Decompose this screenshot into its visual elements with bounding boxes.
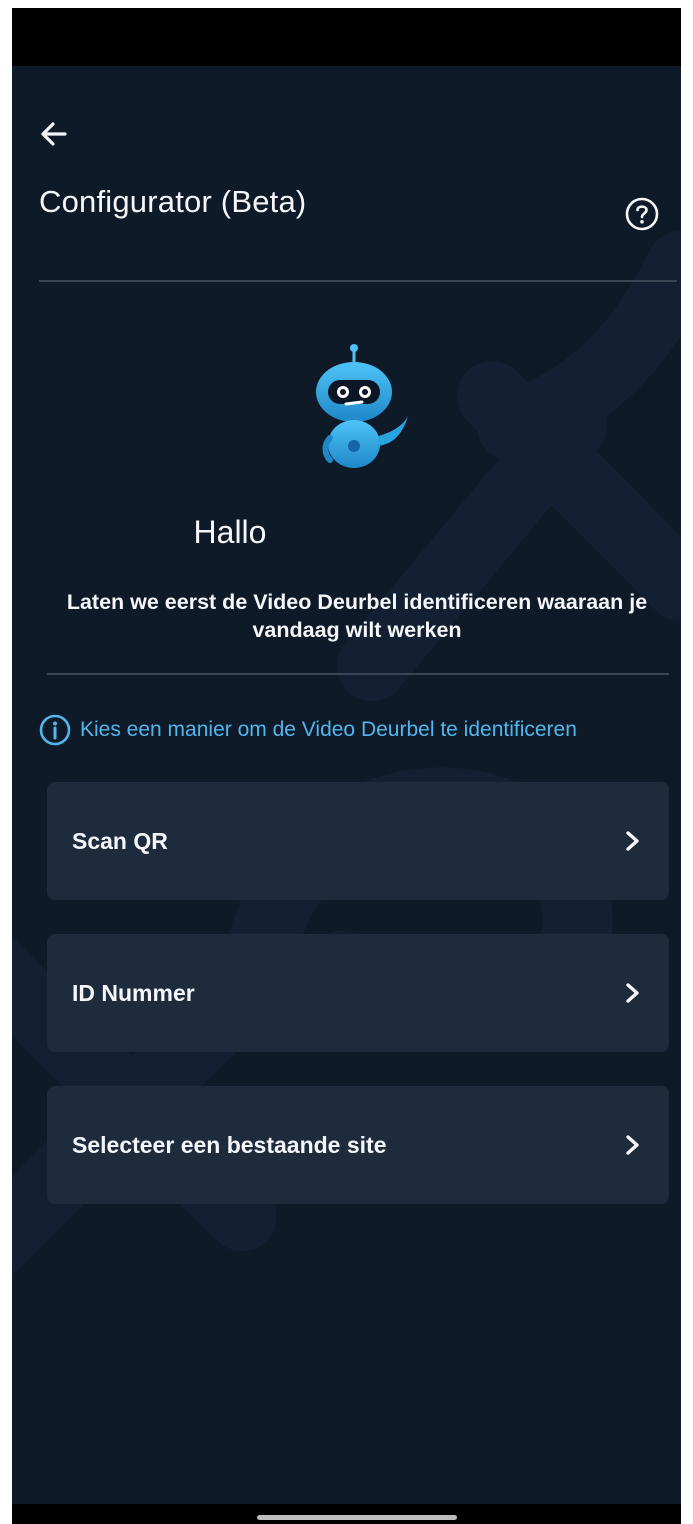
status-bar — [12, 8, 681, 66]
option-label: Selecteer een bestaande site — [72, 1131, 387, 1158]
option-label: Scan QR — [72, 827, 168, 854]
home-indicator[interactable] — [257, 1515, 457, 1520]
id-number-option[interactable]: ID Nummer — [47, 934, 669, 1052]
arrow-left-icon — [41, 122, 67, 146]
question-circle-icon — [625, 197, 659, 231]
robot-mascot-icon — [316, 344, 408, 468]
scan-qr-option[interactable]: Scan QR — [47, 782, 669, 900]
header-divider — [39, 280, 677, 282]
chevron-right-icon — [626, 831, 639, 851]
section-divider — [47, 673, 669, 675]
chevron-right-icon — [626, 1135, 639, 1155]
intro-text: Laten we eerst de Video Deurbel identifi… — [66, 590, 648, 642]
option-label: ID Nummer — [72, 979, 195, 1006]
select-existing-site-option[interactable]: Selecteer een bestaande site — [47, 1086, 669, 1204]
info-hint: Kies een manier om de Video Deurbel te i… — [38, 712, 678, 748]
navigation-bar — [12, 1504, 681, 1524]
info-circle-icon — [39, 714, 71, 746]
page-title: Configurator (Beta) — [39, 184, 307, 219]
chevron-right-icon — [626, 983, 639, 1003]
app-screen: Configurator (Beta) Hallo Laten we eerst… — [12, 8, 681, 1524]
greeting-text: Hallo — [193, 514, 267, 550]
back-button[interactable] — [34, 114, 74, 154]
help-button[interactable] — [624, 196, 660, 232]
info-hint-text: Kies een manier om de Video Deurbel te i… — [80, 718, 577, 741]
